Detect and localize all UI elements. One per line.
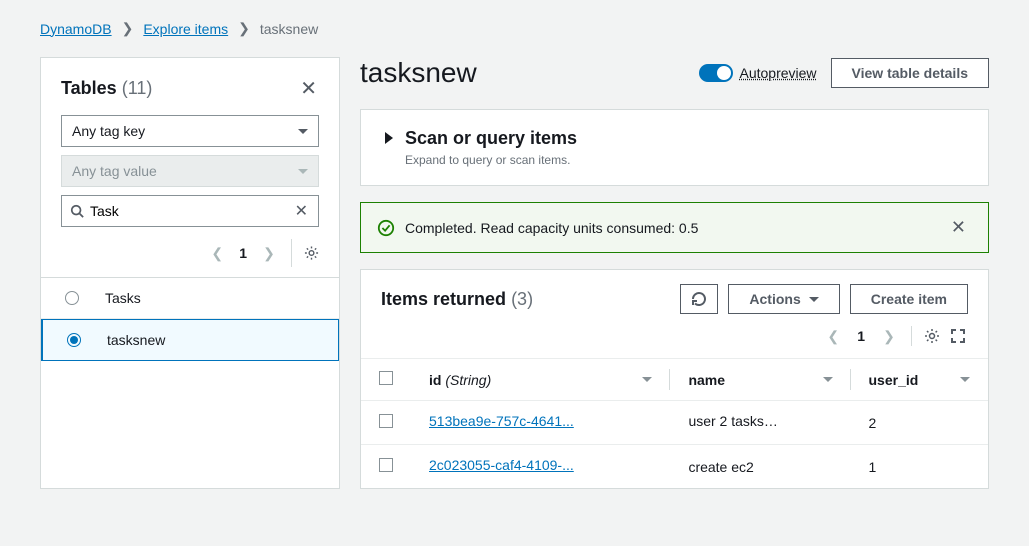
check-circle-icon — [377, 219, 395, 237]
table-row[interactable]: Tasks — [41, 278, 339, 319]
clear-search-icon[interactable]: ✕ — [293, 199, 310, 223]
tables-panel: Tables (11) ✕ Any tag key Any tag value — [40, 57, 340, 489]
radio-icon[interactable] — [65, 291, 79, 305]
refresh-icon — [691, 291, 707, 307]
select-all-checkbox[interactable] — [379, 371, 393, 385]
column-header-name[interactable]: name — [670, 359, 850, 401]
sort-icon[interactable] — [823, 377, 833, 382]
cell-userid: 1 — [869, 459, 877, 475]
tables-title: Tables (11) — [61, 78, 152, 99]
prev-items-page-icon[interactable]: ❮ — [821, 324, 845, 348]
scan-query-title: Scan or query items — [405, 128, 577, 149]
alert-message: Completed. Read capacity units consumed:… — [405, 220, 935, 236]
table-name: tasksnew — [107, 332, 165, 348]
table-row[interactable]: tasksnew — [41, 319, 339, 361]
chevron-right-icon: ❯ — [122, 20, 134, 37]
sort-icon[interactable] — [960, 377, 970, 382]
row-checkbox[interactable] — [379, 458, 393, 472]
actions-button[interactable]: Actions — [728, 284, 839, 314]
breadcrumb-section[interactable]: Explore items — [143, 21, 228, 37]
scan-query-card: Scan or query items Expand to query or s… — [360, 109, 989, 186]
chevron-down-icon — [809, 297, 819, 302]
chevron-right-icon: ❯ — [238, 20, 250, 37]
cell-userid: 2 — [869, 415, 877, 431]
chevron-down-icon — [298, 129, 308, 134]
item-id-link[interactable]: 2c023055-caf4-4109-... — [429, 457, 574, 473]
cell-name: create ec2 — [688, 459, 753, 475]
breadcrumb: DynamoDB ❯ Explore items ❯ tasksnew — [0, 0, 1029, 47]
tag-value-select: Any tag value — [61, 155, 319, 187]
view-table-details-button[interactable]: View table details — [831, 58, 989, 88]
autopreview-toggle[interactable] — [699, 64, 733, 82]
expand-icon[interactable] — [385, 132, 393, 144]
row-checkbox[interactable] — [379, 414, 393, 428]
tag-key-select[interactable]: Any tag key — [61, 115, 319, 147]
search-icon — [70, 204, 84, 218]
sort-icon[interactable] — [642, 377, 652, 382]
page-title: tasksnew — [360, 57, 477, 89]
fullscreen-icon[interactable] — [948, 326, 968, 346]
items-page-number: 1 — [851, 328, 871, 344]
item-id-link[interactable]: 513bea9e-757c-4641... — [429, 413, 574, 429]
radio-icon[interactable] — [67, 333, 81, 347]
breadcrumb-service[interactable]: DynamoDB — [40, 21, 112, 37]
autopreview-label[interactable]: Autopreview — [739, 65, 816, 81]
next-items-page-icon[interactable]: ❯ — [877, 324, 901, 348]
create-item-button[interactable]: Create item — [850, 284, 968, 314]
refresh-button[interactable] — [680, 284, 718, 314]
table-row: 513bea9e-757c-4641... user 2 tasks… 2 — [361, 401, 988, 445]
gear-icon[interactable] — [291, 239, 319, 267]
breadcrumb-current: tasksnew — [260, 21, 318, 37]
prev-page-icon[interactable]: ❮ — [205, 241, 229, 265]
items-table: id (String) name user_id — [361, 358, 988, 488]
column-header-id[interactable]: id (String) — [411, 359, 670, 401]
items-title: Items returned (3) — [381, 289, 533, 310]
page-number: 1 — [233, 245, 253, 261]
chevron-down-icon — [298, 169, 308, 174]
cell-name: user 2 tasks… — [688, 413, 777, 429]
table-name: Tasks — [105, 290, 141, 306]
dismiss-alert-icon[interactable]: ✕ — [945, 215, 972, 240]
gear-icon[interactable] — [922, 326, 942, 346]
close-icon[interactable]: ✕ — [298, 74, 319, 103]
search-input[interactable] — [90, 203, 293, 219]
scan-query-subtitle: Expand to query or scan items. — [405, 153, 577, 167]
success-alert: Completed. Read capacity units consumed:… — [360, 202, 989, 253]
column-header-userid[interactable]: user_id — [851, 359, 989, 401]
items-returned-card: Items returned (3) Actions Create item ❮ — [360, 269, 989, 489]
next-page-icon[interactable]: ❯ — [257, 241, 281, 265]
table-row: 2c023055-caf4-4109-... create ec2 1 — [361, 445, 988, 489]
search-input-wrapper[interactable]: ✕ — [61, 195, 319, 227]
